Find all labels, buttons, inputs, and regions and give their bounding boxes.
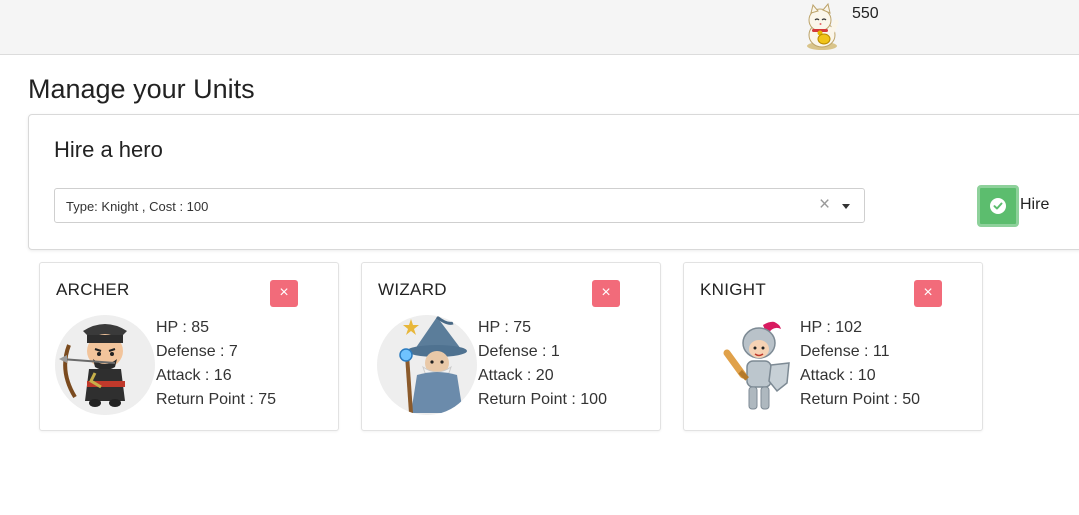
- unit-card-archer: ARCHER × HP : 85 Defense : 7 Attack : 16…: [39, 262, 339, 431]
- knight-icon: [699, 315, 799, 415]
- check-circle-icon: [990, 198, 1006, 214]
- stat-defense: Defense : 1: [478, 343, 560, 360]
- archer-icon: [55, 315, 155, 415]
- stat-attack: Attack : 16: [156, 367, 232, 384]
- stat-attack: Attack : 20: [478, 367, 554, 384]
- coin-balance: 550: [852, 5, 879, 22]
- stat-defense: Defense : 11: [800, 343, 890, 360]
- hero-type-select-value: Type: Knight , Cost : 100: [66, 199, 209, 214]
- stat-hp: HP : 85: [156, 319, 210, 336]
- unit-stats: HP : 75 Defense : 1 Attack : 20 Return P…: [478, 316, 607, 412]
- top-bar: 550: [0, 0, 1079, 55]
- remove-unit-button[interactable]: ×: [914, 280, 942, 307]
- stat-hp: HP : 102: [800, 319, 862, 336]
- hire-button[interactable]: [977, 185, 1019, 227]
- chevron-down-icon[interactable]: [842, 204, 850, 209]
- stat-return-point: Return Point : 75: [156, 391, 277, 408]
- close-icon: ×: [601, 284, 611, 301]
- unit-name: WIZARD: [378, 280, 447, 299]
- stat-defense: Defense : 7: [156, 343, 238, 360]
- stat-return-point: Return Point : 100: [478, 391, 607, 408]
- close-icon: ×: [923, 284, 933, 301]
- unit-stats: HP : 85 Defense : 7 Attack : 16 Return P…: [156, 316, 276, 412]
- clear-selection-icon[interactable]: ×: [819, 195, 830, 215]
- hire-panel: Hire a hero Type: Knight , Cost : 100 × …: [28, 114, 1079, 250]
- stat-attack: Attack : 10: [800, 367, 876, 384]
- stat-return-point: Return Point : 50: [800, 391, 921, 408]
- unit-card-knight: KNIGHT × HP : 102 Defense : 11 Attack : …: [683, 262, 983, 431]
- hire-button-label[interactable]: Hire: [1020, 196, 1049, 214]
- wizard-icon: [377, 315, 477, 415]
- remove-unit-button[interactable]: ×: [270, 280, 298, 307]
- hero-type-select[interactable]: Type: Knight , Cost : 100 ×: [54, 188, 865, 223]
- unit-card-wizard: WIZARD × HP : 75 Defense : 1 Attack : 20…: [361, 262, 661, 431]
- stat-hp: HP : 75: [478, 319, 532, 336]
- unit-stats: HP : 102 Defense : 11 Attack : 10 Return…: [800, 316, 920, 412]
- unit-name: KNIGHT: [700, 280, 767, 299]
- unit-name: ARCHER: [56, 280, 130, 299]
- close-icon: ×: [279, 284, 289, 301]
- page-title: Manage your Units: [28, 74, 255, 104]
- lucky-cat-icon: [800, 2, 844, 52]
- remove-unit-button[interactable]: ×: [592, 280, 620, 307]
- hire-panel-title: Hire a hero: [54, 137, 163, 162]
